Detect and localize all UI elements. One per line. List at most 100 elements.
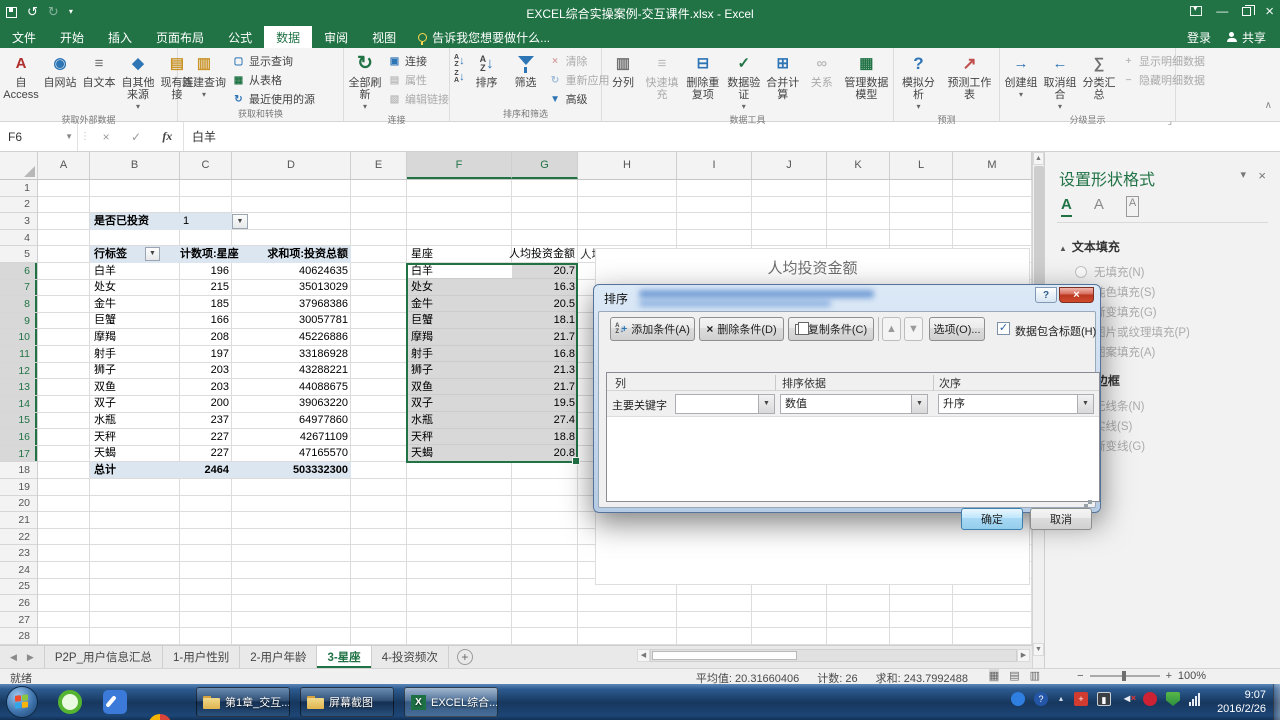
sheet-tab-P2P_用户信息汇总[interactable]: P2P_用户信息汇总 <box>43 646 163 668</box>
sign-in-button[interactable]: 登录 <box>1187 29 1211 46</box>
row-header-11[interactable]: 11 <box>0 346 37 363</box>
avg-row[interactable]: 巨蟹 18.1 <box>407 312 578 329</box>
sheet-tab-2-用户年龄[interactable]: 2-用户年龄 <box>240 646 318 668</box>
new-sheet-button[interactable]: + <box>456 649 473 665</box>
column-header-I[interactable]: I <box>677 152 752 179</box>
column-header-B[interactable]: B <box>90 152 180 179</box>
mute-tray-icon[interactable]: ◄ <box>1120 691 1136 706</box>
ribbon-tab-开始[interactable]: 开始 <box>48 26 96 48</box>
ribbon-button-合并计算[interactable]: 合并计算 <box>764 50 802 102</box>
copy-condition-button[interactable]: 复制条件(C) <box>788 317 874 341</box>
chart-title[interactable]: 人均投资金额 <box>596 257 1029 278</box>
row-header-14[interactable]: 14 <box>0 395 37 413</box>
ribbon-button-删除重复项[interactable]: 删除重复项 <box>682 50 724 102</box>
row-header-2[interactable]: 2 <box>0 197 37 214</box>
column-header-G[interactable]: G <box>512 152 578 179</box>
show-desktop-button[interactable] <box>1273 684 1280 720</box>
ribbon-tab-文件[interactable]: 文件 <box>0 26 48 48</box>
row-header-28[interactable]: 28 <box>0 628 37 646</box>
row-header-27[interactable]: 27 <box>0 612 37 629</box>
row-header-7[interactable]: 7 <box>0 279 37 297</box>
sheet-tab-3-星座[interactable]: 3-星座 <box>317 646 372 668</box>
column-header-L[interactable]: L <box>890 152 953 179</box>
ribbon-button-升序[interactable]: A Z ↓ <box>452 54 467 68</box>
next-sheet-icon[interactable]: ▶ <box>27 652 34 663</box>
column-header-M[interactable]: M <box>953 152 1032 179</box>
restore-button[interactable] <box>1242 4 1256 16</box>
pivot-row[interactable]: 摩羯 208 45226886 <box>90 329 351 346</box>
sheet-tab-4-投资频次[interactable]: 4-投资频次 <box>372 646 449 668</box>
ribbon-button-自网站[interactable]: 自网站 <box>41 50 79 90</box>
row-header-15[interactable]: 15 <box>0 412 37 430</box>
pivot-row[interactable]: 天蝎 227 47165570 <box>90 445 351 462</box>
resize-grip[interactable] <box>1088 500 1092 504</box>
select-all-corner[interactable] <box>0 152 38 179</box>
pivot-row[interactable]: 处女 215 35013029 <box>90 279 351 296</box>
guard-tray-icon[interactable] <box>1143 692 1157 706</box>
text-fill-tab-icon[interactable]: A <box>1061 196 1072 217</box>
avg-row[interactable]: 摩羯 21.7 <box>407 328 578 346</box>
ribbon-button-分类汇总[interactable]: 分类汇总 <box>1080 50 1118 102</box>
ribbon-button-编辑链接[interactable]: 编辑链接 <box>385 90 451 108</box>
avg-row[interactable]: 处女 16.3 <box>407 279 578 296</box>
row-header-17[interactable]: 17 <box>0 445 37 463</box>
ribbon-button-自文本[interactable]: 自文本 <box>80 50 118 90</box>
ok-button[interactable]: 确定 <box>961 508 1023 530</box>
pane-close-icon[interactable]: × <box>1258 168 1266 183</box>
minimize-button[interactable]: — <box>1216 4 1228 18</box>
ribbon-display-options-icon[interactable] <box>1190 4 1203 16</box>
column-header-J[interactable]: J <box>752 152 827 179</box>
avg-row[interactable]: 双子 19.5 <box>407 395 578 412</box>
share-button[interactable]: 共享 <box>1226 29 1266 46</box>
order-dropdown[interactable]: 升序 ▼ <box>938 394 1094 414</box>
row-labels-filter-icon[interactable]: ▼ <box>145 247 160 261</box>
green-browser-icon[interactable] <box>58 690 82 714</box>
ribbon-button-关系[interactable]: 关系 <box>803 50 841 90</box>
row-header-25[interactable]: 25 <box>0 579 37 596</box>
page-break-view-icon[interactable]: ▥ <box>1030 669 1040 682</box>
scroll-up-icon[interactable]: ▲ <box>1033 152 1044 165</box>
ribbon-button-取消组合[interactable]: 取消组合▾ <box>1041 50 1079 114</box>
column-header-H[interactable]: H <box>578 152 677 179</box>
row-header-1[interactable]: 1 <box>0 180 37 197</box>
redcross-tray-icon[interactable]: + <box>1074 692 1088 706</box>
taskbar-clock[interactable]: 9:07 2016/2/26 <box>1217 688 1266 716</box>
ribbon-tab-插入[interactable]: 插入 <box>96 26 144 48</box>
column-header-K[interactable]: K <box>827 152 890 179</box>
dropdown-arrow-icon[interactable]: ▼ <box>758 395 774 413</box>
pivot-row[interactable]: 天秤 227 42671109 <box>90 429 351 446</box>
tell-me-box[interactable]: 告诉我您想要做什么... <box>408 26 560 48</box>
hscroll-thumb[interactable] <box>652 650 797 660</box>
avg-row[interactable]: 白羊 20.7 <box>407 262 578 280</box>
zoom-in-icon[interactable]: + <box>1166 670 1172 682</box>
row-header-16[interactable]: 16 <box>0 429 37 446</box>
ribbon-button-降序[interactable]: Z A ↓ <box>452 70 467 84</box>
close-button[interactable]: × <box>1265 3 1274 20</box>
horizontal-scrollbar[interactable]: ◀ ▶ <box>637 648 1030 662</box>
avg-row[interactable]: 射手 16.8 <box>407 345 578 363</box>
add-condition-button[interactable]: A Z ↓ + 添加条件(A) <box>610 317 695 341</box>
expand-tray-icon[interactable]: ▴ <box>1057 692 1065 706</box>
cancel-button[interactable]: 取消 <box>1030 508 1092 530</box>
scroll-right-icon[interactable]: ▶ <box>1017 648 1030 662</box>
ribbon-button-自其他来源[interactable]: 自其他来源▾ <box>119 50 157 114</box>
column-header-A[interactable]: A <box>38 152 90 179</box>
filter-dropdown-icon[interactable]: ▼ <box>232 214 248 229</box>
ribbon-button-隐藏明细数据[interactable]: 隐藏明细数据 <box>1119 71 1207 89</box>
hscroll-track[interactable] <box>650 648 1017 662</box>
normal-view-icon[interactable]: ▦ <box>988 669 1000 682</box>
pane-option-无填充(N)[interactable]: 无填充(N) <box>1075 264 1144 280</box>
ribbon-tab-数据[interactable]: 数据 <box>264 26 313 48</box>
dialog-launcher-icon[interactable]: ⌟ <box>1168 115 1172 128</box>
ribbon-button-最近使用的源[interactable]: 最近使用的源 <box>229 90 317 108</box>
start-button[interactable] <box>6 686 38 718</box>
keyword-dropdown[interactable]: ▼ <box>675 394 775 414</box>
confirm-entry-icon[interactable]: ✓ <box>131 130 141 144</box>
pivot-row[interactable]: 射手 197 33186928 <box>90 346 351 363</box>
avg-row[interactable]: 水瓶 27.4 <box>407 411 578 429</box>
zoom-out-icon[interactable]: − <box>1077 670 1083 682</box>
row-header-9[interactable]: 9 <box>0 312 37 330</box>
ribbon-tab-审阅[interactable]: 审阅 <box>312 26 360 48</box>
row-header-4[interactable]: 4 <box>0 230 37 247</box>
textbox-tab-icon[interactable]: A <box>1125 196 1140 217</box>
